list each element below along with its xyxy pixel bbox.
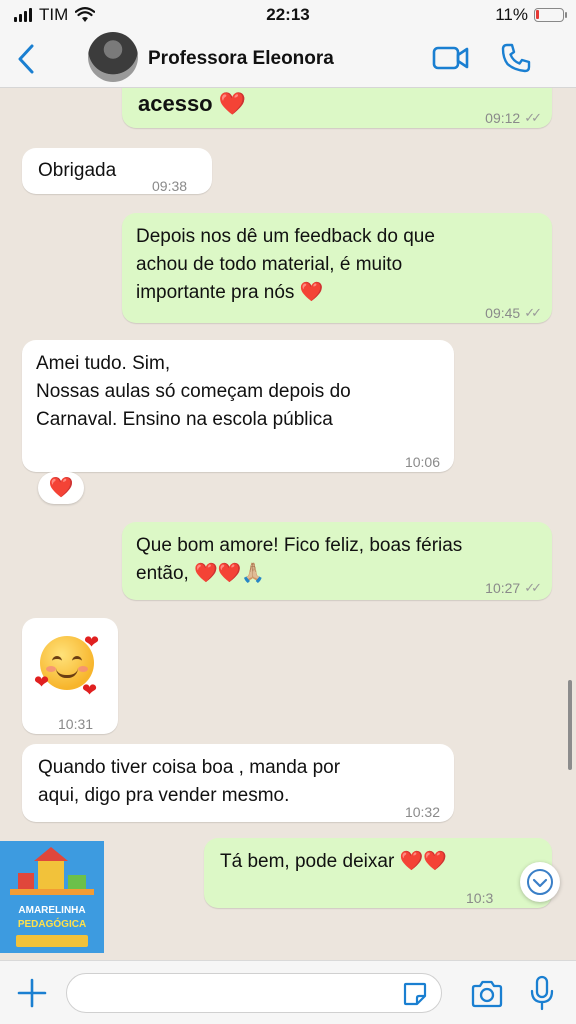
reaction-heart[interactable]: ❤️ bbox=[38, 472, 84, 504]
thumbnail-image[interactable]: AMARELINHA PEDAGÓGICA bbox=[0, 841, 104, 953]
heart-icon: ❤ bbox=[82, 680, 98, 700]
thumbnail-subtitle: PEDAGÓGICA bbox=[17, 919, 87, 930]
read-ticks-icon: ✓✓ bbox=[524, 305, 542, 320]
read-ticks-icon: ✓✓ bbox=[524, 110, 542, 125]
message-input[interactable] bbox=[66, 973, 442, 1013]
heart-icon: ❤ bbox=[34, 672, 50, 692]
message-text: acesso bbox=[138, 91, 213, 116]
message-incoming[interactable]: Quando tiver coisa boa , manda por aqui,… bbox=[22, 744, 454, 822]
status-right: 11% bbox=[495, 5, 567, 25]
hearts-emoji: ❤️❤️ bbox=[399, 851, 447, 872]
hearts-emoji: ❤️❤️🙏🏼 bbox=[194, 563, 266, 584]
avatar[interactable] bbox=[88, 32, 138, 82]
chat-header: Professora Eleonora bbox=[0, 30, 576, 88]
message-incoming[interactable]: Amei tudo. Sim, Nossas aulas só começam … bbox=[22, 340, 454, 472]
read-ticks-icon: ✓✓ bbox=[524, 580, 542, 595]
message-outgoing[interactable]: acesso ❤️ 09:12 ✓✓ bbox=[122, 88, 552, 128]
message-time: 10:31 bbox=[58, 716, 94, 732]
thumbnail-title: AMARELINHA bbox=[18, 905, 86, 916]
contact-name[interactable]: Professora Eleonora bbox=[148, 48, 334, 70]
chevron-down-icon[interactable] bbox=[520, 862, 560, 902]
message-text: Depois nos dê um feedback do que achou d… bbox=[136, 226, 435, 303]
heart-icon: ❤ bbox=[84, 632, 100, 652]
camera-icon[interactable] bbox=[470, 979, 504, 1009]
phone-icon[interactable] bbox=[500, 42, 532, 74]
message-time: 10:3 bbox=[466, 890, 494, 906]
message-text: Que bom amore! Fico feliz, boas férias e… bbox=[136, 535, 463, 584]
battery-percent: 11% bbox=[495, 5, 528, 24]
thumbnail-strip bbox=[16, 935, 88, 947]
battery-icon bbox=[534, 8, 567, 22]
message-text: Quando tiver coisa boa , manda por aqui,… bbox=[38, 757, 341, 806]
back-chevron-icon[interactable] bbox=[14, 42, 40, 76]
message-incoming[interactable]: Obrigada 09:38 bbox=[22, 148, 212, 194]
heart-emoji: ❤️ bbox=[299, 282, 324, 303]
video-call-icon[interactable] bbox=[432, 44, 470, 72]
playground-illustration bbox=[10, 847, 94, 895]
message-text: Tá bem, pode deixar bbox=[220, 851, 395, 872]
scrollbar[interactable] bbox=[568, 680, 572, 770]
heart-emoji: ❤️ bbox=[218, 91, 247, 116]
message-meta: 10:27 ✓✓ bbox=[485, 574, 542, 602]
plus-icon[interactable] bbox=[16, 977, 48, 1009]
message-incoming-emoji[interactable]: ❤ ❤ ❤ 10:31 bbox=[22, 618, 118, 734]
message-outgoing[interactable]: Tá bem, pode deixar ❤️❤️ 10:3 bbox=[204, 838, 552, 908]
message-time: 09:45 bbox=[485, 305, 521, 321]
message-time: 09:38 bbox=[152, 178, 188, 194]
message-outgoing[interactable]: Depois nos dê um feedback do que achou d… bbox=[122, 213, 552, 323]
status-bar: TIM 22:13 11% bbox=[0, 0, 576, 30]
chat-area[interactable]: acesso ❤️ 09:12 ✓✓ Obrigada 09:38 Depois… bbox=[0, 88, 576, 960]
message-time: 10:06 bbox=[404, 454, 440, 470]
microphone-icon[interactable] bbox=[528, 975, 556, 1011]
message-text: Obrigada bbox=[38, 160, 117, 181]
status-time: 22:13 bbox=[266, 5, 310, 24]
message-meta: 09:12 ✓✓ bbox=[485, 104, 542, 132]
input-bar bbox=[0, 960, 576, 1024]
message-time: 10:27 bbox=[485, 580, 521, 596]
message-time: 10:32 bbox=[404, 804, 440, 820]
message-time: 09:12 bbox=[485, 110, 521, 126]
message-outgoing[interactable]: Que bom amore! Fico feliz, boas férias e… bbox=[122, 522, 552, 600]
sticker-icon[interactable] bbox=[402, 981, 428, 1007]
message-text: Amei tudo. Sim, Nossas aulas só começam … bbox=[36, 353, 351, 430]
message-meta: 09:45 ✓✓ bbox=[485, 299, 542, 327]
